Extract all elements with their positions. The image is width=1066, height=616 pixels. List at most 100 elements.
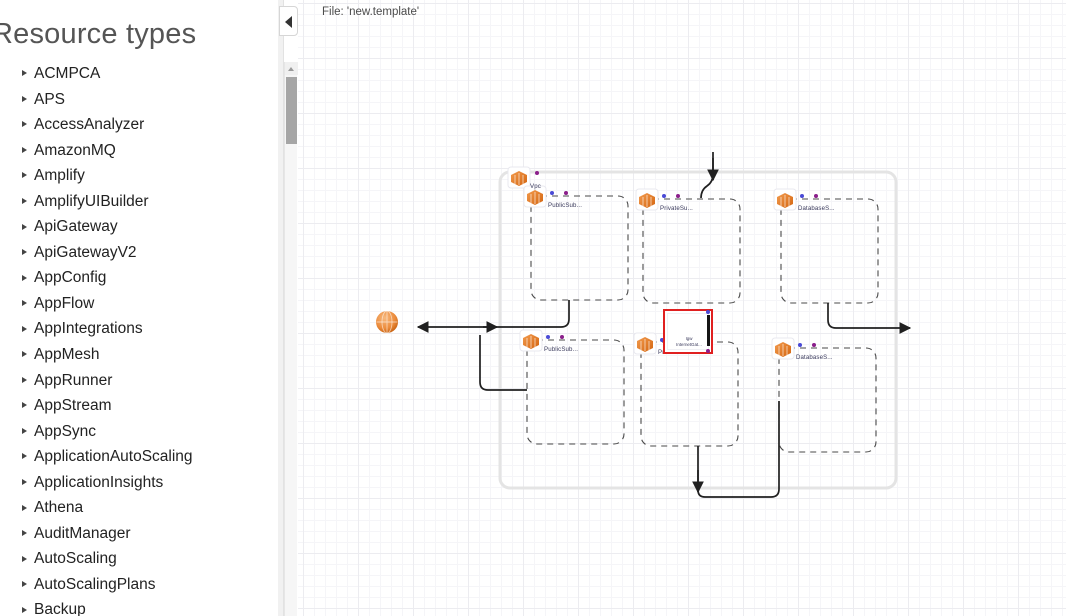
resource-type-item[interactable]: Athena — [0, 495, 278, 521]
subnet-label: PublicSub... — [548, 202, 583, 210]
chevron-right-icon — [22, 172, 27, 179]
port-dot — [814, 194, 818, 198]
scroll-up-arrow-icon[interactable] — [285, 62, 298, 75]
resource-type-label: AppStream — [34, 397, 112, 415]
resource-type-item[interactable]: Amplify — [0, 163, 278, 189]
subnet-box-database-2[interactable] — [778, 347, 877, 453]
resource-type-label: AppConfig — [34, 269, 107, 287]
resource-type-label: ApiGateway — [34, 218, 118, 236]
subnet-label: DatabaseS... — [798, 205, 835, 213]
resource-type-label: AutoScalingPlans — [34, 575, 156, 593]
resource-type-item[interactable]: AppIntegrations — [0, 316, 278, 342]
resource-type-item[interactable]: ApiGateway — [0, 214, 278, 240]
resource-type-label: ApplicationAutoScaling — [34, 448, 193, 466]
port-dot — [798, 343, 802, 347]
subnet-label: DatabaseS... — [796, 354, 833, 362]
resource-type-item[interactable]: AutoScalingPlans — [0, 572, 278, 598]
subnet-box-database-1[interactable] — [780, 198, 879, 304]
resource-type-item[interactable]: AppStream — [0, 393, 278, 419]
internet-gateway-node[interactable]: Igw InternetGat... — [663, 309, 713, 354]
subnet-icon-public-2[interactable] — [519, 329, 543, 352]
designer-window: Resource types ACMPCA APS AccessAnalyzer… — [0, 0, 1066, 616]
chevron-right-icon — [22, 504, 27, 511]
resource-type-label: Athena — [34, 499, 84, 517]
resource-type-item[interactable]: ACMPCA — [0, 61, 278, 87]
chevron-right-icon — [22, 376, 27, 383]
vpc-label: Vpc — [530, 183, 541, 191]
subnet-label: PrivateSu... — [660, 205, 693, 213]
resource-type-item[interactable]: AppFlow — [0, 291, 278, 317]
resource-type-label: AuditManager — [34, 524, 131, 542]
resource-type-item[interactable]: AppRunner — [0, 368, 278, 394]
resource-type-label: AutoScaling — [34, 550, 117, 568]
page-title: Resource types — [0, 18, 197, 50]
resource-type-item[interactable]: ApplicationAutoScaling — [0, 444, 278, 470]
resource-type-label: APS — [34, 90, 66, 108]
port-dot — [812, 343, 816, 347]
connection-handle[interactable] — [707, 315, 710, 346]
resource-type-item[interactable]: ApiGatewayV2 — [0, 240, 278, 266]
connector-database1-exit — [827, 303, 912, 334]
resource-type-label: Backup — [34, 601, 86, 616]
resource-type-label: AmazonMQ — [34, 141, 116, 159]
resource-type-label: AppSync — [34, 422, 97, 440]
subnet-icon-database-2[interactable] — [771, 337, 795, 360]
resource-type-label: AppMesh — [34, 346, 100, 364]
chevron-right-icon — [22, 530, 27, 537]
sidebar-scrollbar[interactable] — [284, 62, 298, 616]
chevron-right-icon — [22, 274, 27, 281]
subnet-box-public-2[interactable] — [526, 339, 625, 445]
chevron-right-icon — [22, 555, 27, 562]
subnet-box-private-2[interactable] — [640, 341, 739, 447]
port-dot-bottom[interactable] — [706, 349, 710, 353]
resource-type-item[interactable]: AuditManager — [0, 521, 278, 547]
scrollbar-thumb[interactable] — [286, 77, 297, 144]
file-name-label: File: 'new.template' — [322, 6, 420, 18]
vpc-port-dot — [535, 171, 539, 175]
resource-type-item[interactable]: AppSync — [0, 419, 278, 445]
subnet-icon-private-1[interactable] — [635, 188, 659, 211]
chevron-right-icon — [22, 581, 27, 588]
resource-type-label: ApiGatewayV2 — [34, 243, 137, 261]
template-diagram — [376, 152, 912, 498]
port-dot — [800, 194, 804, 198]
chevron-right-icon — [22, 325, 27, 332]
resource-type-item[interactable]: ApplicationInsights — [0, 470, 278, 496]
designer-canvas[interactable]: File: 'new.template' Vpc PublicSub... Pr… — [298, 0, 1066, 616]
resource-type-item[interactable]: Backup — [0, 597, 278, 616]
subnet-icon-database-1[interactable] — [773, 188, 797, 211]
chevron-right-icon — [22, 453, 27, 460]
port-dot — [564, 191, 568, 195]
subnet-icon-private-2[interactable] — [633, 332, 657, 355]
collapse-panel-button[interactable] — [279, 6, 298, 36]
port-dot — [676, 194, 680, 198]
resource-type-label: ACMPCA — [34, 65, 101, 82]
resource-type-item[interactable]: AutoScaling — [0, 546, 278, 572]
chevron-right-icon — [22, 351, 27, 358]
subnet-box-public-1[interactable] — [530, 195, 629, 301]
resource-type-item[interactable]: AmazonMQ — [0, 138, 278, 164]
resource-type-item[interactable]: AmplifyUIBuilder — [0, 189, 278, 215]
resource-type-label: ApplicationInsights — [34, 473, 164, 491]
resource-type-label: Amplify — [34, 167, 85, 185]
chevron-right-icon — [22, 121, 27, 128]
port-dot-top[interactable] — [706, 310, 710, 314]
resource-type-label: AppRunner — [34, 371, 113, 389]
chevron-right-icon — [22, 70, 27, 77]
vpc-node-icon[interactable] — [507, 166, 531, 189]
resource-type-item[interactable]: AppMesh — [0, 342, 278, 368]
node-label: Igw InternetGat... — [670, 336, 708, 347]
port-dot — [550, 191, 554, 195]
resource-type-list[interactable]: ACMPCA APS AccessAnalyzer AmazonMQ Ampli… — [0, 61, 278, 616]
resource-type-item[interactable]: AccessAnalyzer — [0, 112, 278, 138]
chevron-right-icon — [22, 402, 27, 409]
resource-type-label: AppFlow — [34, 294, 95, 312]
chevron-right-icon — [22, 479, 27, 486]
chevron-right-icon — [22, 95, 27, 102]
internet-gateway-icon — [376, 310, 398, 334]
chevron-right-icon — [22, 606, 27, 613]
resource-type-item[interactable]: APS — [0, 87, 278, 113]
connector-public1-to-edge — [495, 300, 570, 328]
resource-type-item[interactable]: AppConfig — [0, 265, 278, 291]
subnet-box-private-1[interactable] — [642, 198, 741, 304]
